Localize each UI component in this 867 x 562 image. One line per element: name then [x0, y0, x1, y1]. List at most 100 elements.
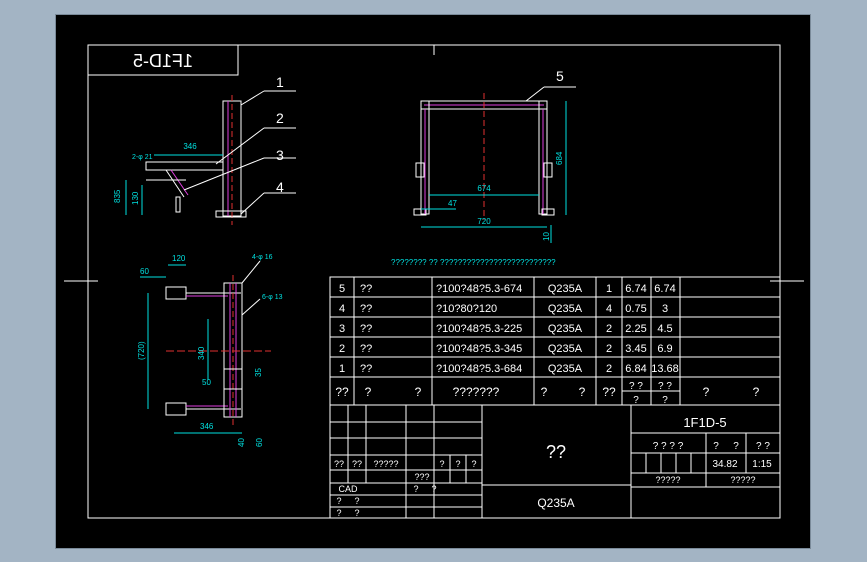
bom-row-3-name: ?? [360, 323, 372, 335]
callout-1: 1 [276, 74, 284, 90]
top-view: 674 720 47 684 10 5 [413, 68, 576, 243]
tb-r3-a: ? [336, 508, 341, 518]
bom-row-5-no: 5 [339, 283, 345, 295]
bom-row-2-total: 6.9 [657, 343, 672, 355]
tb-l1-b: ?? [352, 459, 362, 469]
bom-row-1-no: 1 [339, 363, 345, 375]
part-name: ?? [546, 442, 566, 462]
top-dim-height: 684 [555, 151, 564, 165]
tb-r2-a: ? [336, 496, 341, 506]
front-dim-sub: 130 [131, 191, 140, 205]
cad-label: CAD [338, 484, 358, 494]
bom-row-5-material: Q235A [548, 283, 583, 295]
plan-dim-small2: 35 [254, 368, 263, 377]
bom-hdr-total: ? ? [658, 381, 672, 392]
bom-row-3-spec: ?100?48?5.3-225 [436, 323, 522, 335]
bom-row-1-qty: 2 [606, 363, 612, 375]
sheet-count: ????? [655, 475, 680, 485]
front-dim-width: 346 [183, 142, 197, 151]
bom-row-1-material: Q235A [548, 363, 583, 375]
plan-dim-b1: 40 [237, 438, 246, 447]
bom-row-2-no: 2 [339, 343, 345, 355]
bom-row-2-unit: 3.45 [625, 343, 646, 355]
bom-hdr-note: ? [703, 385, 710, 399]
cad-drawing: 1F1D-5 346 835 130 2-φ 21 1 2 3 4 674 72… [64, 44, 804, 519]
bom-row-5-total: 6.74 [654, 283, 675, 295]
bom-row-4-qty: 4 [606, 303, 612, 315]
tb-l1-c: ????? [373, 459, 398, 469]
top-dim-base: 10 [542, 232, 551, 241]
plan-dim-bottom: 346 [200, 422, 214, 431]
bom-hdr-unit2: ? [633, 395, 639, 406]
bom-row-5-spec: ?100?48?5.3-674 [436, 283, 522, 295]
tb-l1-e: ? [455, 459, 460, 469]
bom-hdr-mat2: ? [579, 385, 586, 399]
hdr-weight: ? [713, 441, 719, 452]
bom-row-4-name: ?? [360, 303, 372, 315]
bom-hdr-note2: ? [753, 385, 760, 399]
bom-row-5-unit: 6.74 [625, 283, 646, 295]
tb-l1-d: ? [439, 459, 444, 469]
bom-row-4-unit: 0.75 [625, 303, 646, 315]
bom-row-4-material: Q235A [548, 303, 583, 315]
hdr-scale: ? ? [756, 441, 770, 452]
plan-dim-span: (720) [137, 341, 146, 360]
bom-row-1-spec: ?100?48?5.3-684 [436, 363, 522, 375]
bom-row-1-name: ?? [360, 363, 372, 375]
top-dim-inner: 674 [477, 184, 491, 193]
plan-dim-small1: 50 [202, 378, 211, 387]
tb-r1-a: ? [413, 484, 418, 494]
cad-viewport[interactable]: 1F1D-5 346 835 130 2-φ 21 1 2 3 4 674 72… [55, 14, 811, 549]
scale-value: 1:15 [752, 459, 772, 470]
tb-l1-f: ? [471, 459, 476, 469]
bom-row-4-no: 4 [339, 303, 345, 315]
bom-row-1-unit: 6.84 [625, 363, 646, 375]
bom-hdr-qty: ?? [602, 385, 616, 399]
plan-dim-side: 60 [140, 267, 149, 276]
plan-dim-b2: 60 [255, 438, 264, 447]
tb-r3-b: ? [354, 508, 359, 518]
bom-row-3-unit: 2.25 [625, 323, 646, 335]
tb-l2-a: ??? [414, 472, 429, 482]
bom-row-4-spec: ?10?80?120 [436, 303, 497, 315]
tb-r2-b: ? [354, 496, 359, 506]
bom-hdr-unit: ? ? [629, 381, 643, 392]
material: Q235A [537, 496, 574, 510]
bom-row-2-qty: 2 [606, 343, 612, 355]
front-dim-height: 835 [113, 189, 122, 203]
tb-l1-a: ?? [334, 459, 344, 469]
bom-row-3-material: Q235A [548, 323, 583, 335]
callout-5: 5 [556, 68, 564, 84]
tb-r1-b: ? [431, 484, 436, 494]
bom-hdr-total2: ? [662, 395, 668, 406]
bom-hdr-spec: ??????? [453, 385, 500, 399]
tech-note: ???????? ?? ?????????????????????????? [391, 258, 556, 267]
bom-row-1-total: 13.68 [651, 363, 679, 375]
plan-dim-top: 120 [172, 254, 186, 263]
top-dim-offset: 47 [448, 199, 457, 208]
bom-row-3-no: 3 [339, 323, 345, 335]
plan-hole-2: 6-φ 13 [262, 294, 283, 301]
bom-row-3-qty: 2 [606, 323, 612, 335]
bom-row-4-total: 3 [662, 303, 668, 315]
hdr-stage: ? ? ? ? [653, 441, 684, 452]
hdr-q: ? [733, 441, 739, 452]
plan-hole-1: 4-φ 16 [252, 254, 273, 261]
bom-hdr-name: ? [415, 385, 422, 399]
front-view: 346 835 130 2-φ 21 1 2 3 4 [113, 74, 296, 225]
bom-row-2-spec: ?100?48?5.3-345 [436, 343, 522, 355]
plan-dim-mid: 340 [197, 346, 206, 360]
plan-view: 120 60 (720) 340 50 35 346 40 60 4-φ 16 … [137, 254, 283, 447]
bom-header: ?? ? ? ??????? ? ? ?? ? ? ? ? ? ? ? ? [335, 381, 759, 406]
bom-hdr-code: ? [365, 385, 372, 399]
bom-table [329, 276, 781, 406]
callout-4: 4 [276, 179, 284, 195]
stamp-text: 1F1D-5 [133, 51, 193, 71]
bom-row-5-name: ?? [360, 283, 372, 295]
bom-row-5-qty: 1 [606, 283, 612, 295]
front-bolt-label: 2-φ 21 [132, 154, 153, 161]
top-dim-width: 720 [477, 217, 491, 226]
callout-2: 2 [276, 110, 284, 126]
bom-row-2-material: Q235A [548, 343, 583, 355]
bom-hdr-no: ?? [335, 385, 349, 399]
